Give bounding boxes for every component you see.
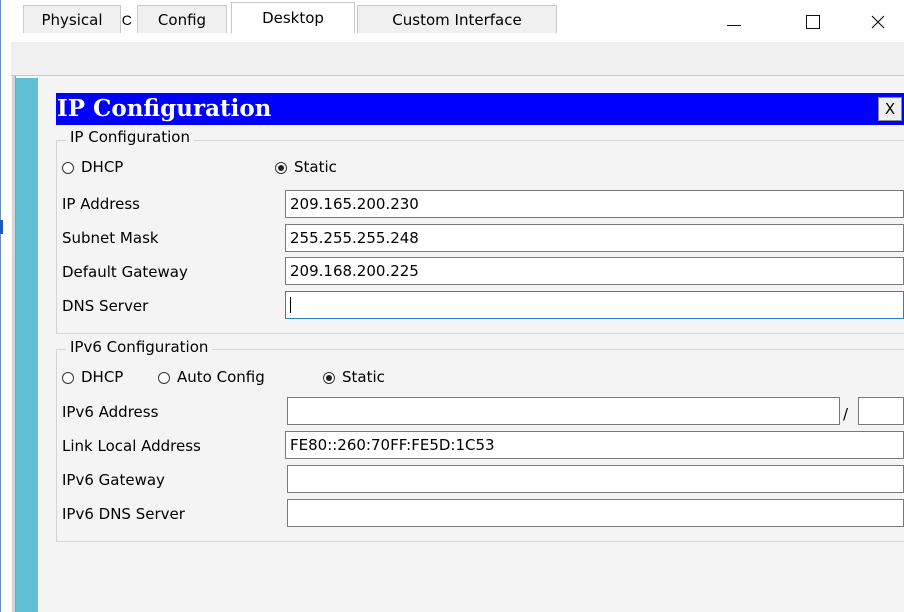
ip-address-field[interactable]: 209.165.200.230	[285, 190, 904, 218]
close-icon	[871, 15, 885, 29]
ipv4-static-radio[interactable]	[275, 162, 287, 174]
screen-edge-marker	[0, 220, 3, 234]
ipv6-static-label[interactable]: Static	[342, 368, 385, 386]
ipv6-static-radio[interactable]	[323, 372, 335, 384]
ipv6-dhcp-radio[interactable]	[62, 372, 74, 384]
maximize-icon	[806, 15, 820, 29]
minimize-button[interactable]	[714, 8, 754, 36]
ipv4-static-label[interactable]: Static	[294, 158, 337, 176]
ipv4-dhcp-label[interactable]: DHCP	[81, 158, 123, 176]
ip-address-label: IP Address	[62, 195, 140, 213]
tab-custom-interface[interactable]: Custom Interface	[357, 5, 557, 33]
tab-physical[interactable]: Physical	[23, 5, 121, 33]
default-gateway-label: Default Gateway	[62, 263, 188, 281]
prefix-separator: /	[843, 405, 849, 423]
ipv6-legend: IPv6 Configuration	[66, 338, 213, 356]
link-local-address-field[interactable]: FE80::260:70FF:FE5D:1C53	[285, 431, 904, 459]
dialog-title: IP Configuration	[57, 95, 272, 122]
ipv4-dhcp-radio[interactable]	[62, 162, 74, 174]
ipv6-dns-server-label: IPv6 DNS Server	[62, 505, 185, 523]
ipv6-dns-server-field[interactable]	[287, 499, 904, 527]
dns-server-label: DNS Server	[62, 297, 149, 315]
screen-edge	[0, 0, 1, 612]
tab-bar	[11, 42, 904, 76]
tab-desktop[interactable]: Desktop	[231, 2, 355, 34]
ipv6-address-label: IPv6 Address	[62, 403, 159, 421]
default-gateway-field[interactable]: 209.168.200.225	[285, 257, 904, 285]
ipv6-prefix-field[interactable]	[858, 397, 904, 425]
minimize-icon	[727, 24, 741, 26]
tab-config[interactable]: Config	[137, 5, 227, 33]
link-local-address-label: Link Local Address	[62, 437, 201, 455]
maximize-button[interactable]	[793, 8, 833, 36]
close-window-button[interactable]	[858, 8, 898, 36]
ipv6-gateway-label: IPv6 Gateway	[62, 471, 165, 489]
subnet-mask-label: Subnet Mask	[62, 229, 159, 247]
ipv6-auto-config-radio[interactable]	[158, 372, 170, 384]
subnet-mask-field[interactable]: 255.255.255.248	[285, 224, 904, 252]
ipv6-dhcp-label[interactable]: DHCP	[81, 368, 123, 386]
ipv6-auto-config-label[interactable]: Auto Config	[177, 368, 265, 386]
ipv4-legend: IP Configuration	[66, 128, 194, 146]
dns-server-field[interactable]	[285, 291, 904, 319]
text-caret	[290, 297, 291, 313]
desktop-side-strip	[16, 78, 38, 612]
ipv6-address-field[interactable]	[287, 397, 840, 425]
ipv6-gateway-field[interactable]	[287, 465, 904, 493]
dialog-close-button[interactable]: X	[878, 97, 902, 121]
